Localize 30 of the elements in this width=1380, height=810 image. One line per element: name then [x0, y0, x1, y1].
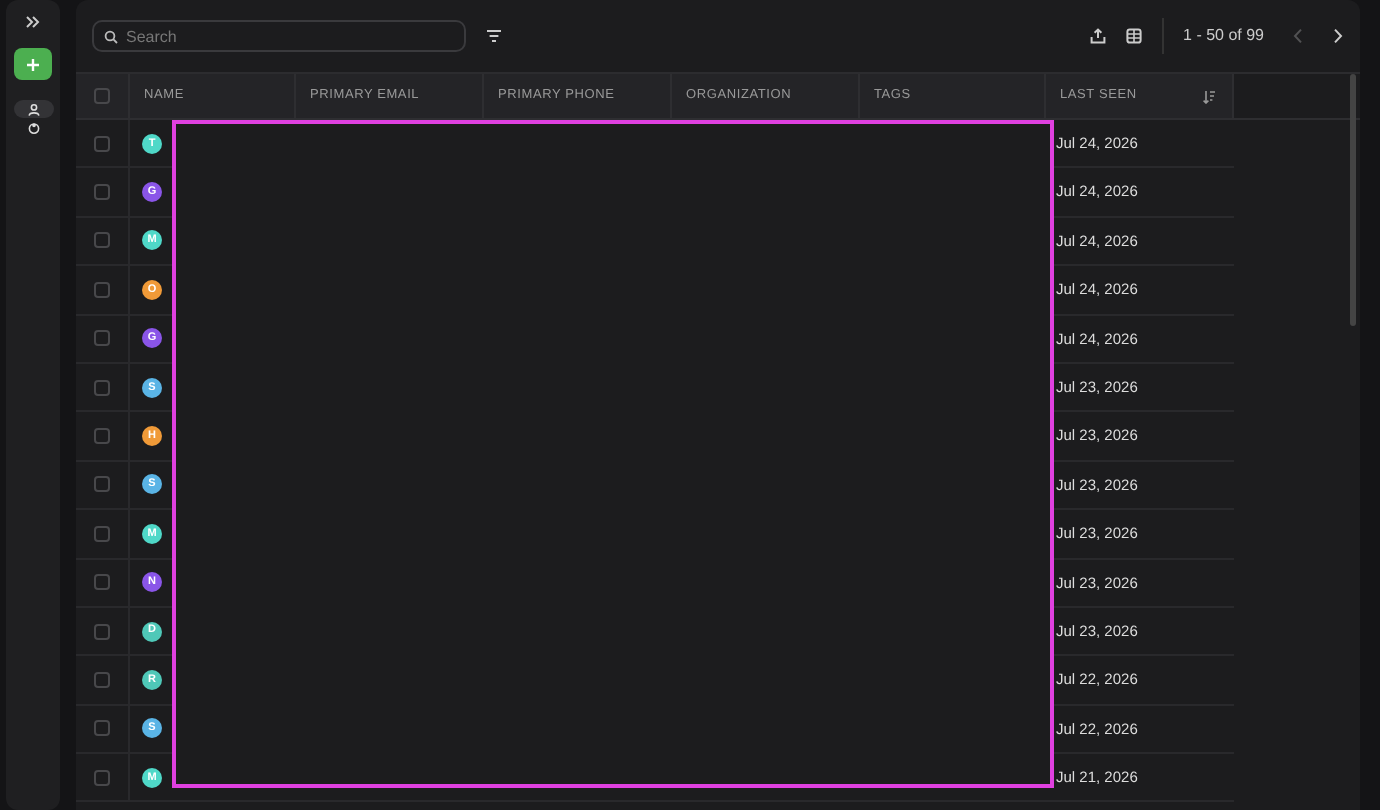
person-nav-button[interactable] [13, 100, 53, 118]
row-checkbox[interactable] [94, 330, 110, 347]
pagination-range: 1 - 50 of 99 [1183, 24, 1264, 48]
row-checkbox[interactable] [94, 671, 110, 688]
search-field[interactable]: Search [92, 20, 466, 52]
row-checkbox[interactable] [94, 574, 110, 591]
export-button[interactable] [1089, 28, 1106, 44]
expand-sidebar-button[interactable] [26, 16, 40, 28]
plus-icon [26, 57, 40, 71]
row-checkbox[interactable] [94, 769, 110, 786]
filter-button[interactable] [486, 28, 502, 44]
row-checkbox[interactable] [94, 135, 110, 152]
row-checkbox[interactable] [94, 623, 110, 640]
row-checkbox[interactable] [94, 184, 110, 201]
row-checkbox[interactable] [94, 428, 110, 445]
select-all-checkbox[interactable] [94, 88, 110, 104]
row-checkbox[interactable] [94, 379, 110, 396]
person-icon [27, 103, 39, 115]
row-checkbox[interactable] [94, 720, 110, 737]
organization-nav-button[interactable] [27, 122, 39, 134]
add-button[interactable] [14, 48, 52, 80]
next-page-button[interactable] [1332, 28, 1344, 44]
row-checkbox[interactable] [94, 525, 110, 542]
row-checkbox[interactable] [94, 281, 110, 298]
columns-button[interactable] [1125, 28, 1142, 44]
row-checkbox[interactable] [94, 232, 110, 249]
sort-icon[interactable] [1202, 89, 1216, 103]
scrollbar-thumb[interactable] [1350, 74, 1356, 326]
row-checkbox[interactable] [94, 476, 110, 493]
search-icon [104, 29, 118, 43]
